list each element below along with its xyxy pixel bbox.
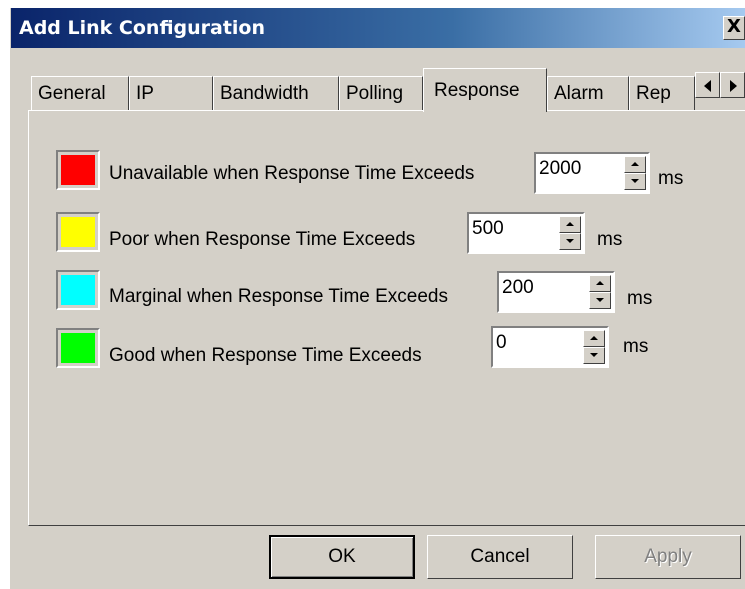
- tab-label: General: [38, 83, 106, 104]
- arrow-left-icon: [704, 80, 711, 92]
- close-button[interactable]: X: [723, 16, 745, 40]
- tab-label: Bandwidth: [220, 83, 309, 104]
- response-tab-panel: [28, 110, 745, 526]
- tab-scroll-left-button[interactable]: [695, 72, 720, 98]
- tab-label: Polling: [346, 83, 404, 104]
- tab-polling[interactable]: Polling: [339, 76, 423, 110]
- tab-response[interactable]: Response: [423, 68, 547, 112]
- tab-alarm[interactable]: Alarm: [547, 76, 629, 110]
- tab-general[interactable]: General: [31, 76, 129, 110]
- tab-label: Rep: [636, 83, 671, 104]
- ok-button[interactable]: OK: [269, 535, 415, 579]
- tab-ip[interactable]: IP: [129, 76, 213, 110]
- tab-rep[interactable]: Rep: [629, 76, 695, 110]
- cancel-label: Cancel: [470, 546, 530, 567]
- tab-bandwidth[interactable]: Bandwidth: [213, 76, 339, 110]
- window-title: Add Link Configuration: [19, 17, 266, 39]
- add-link-configuration-dialog: Add Link Configuration X General IP Band…: [10, 8, 745, 589]
- apply-button[interactable]: Apply: [595, 535, 741, 579]
- tab-label: Alarm: [554, 83, 604, 104]
- tab-label: Response: [434, 80, 520, 101]
- tab-scroll-right-button[interactable]: [720, 72, 745, 98]
- apply-label: Apply: [644, 546, 692, 567]
- close-icon: X: [727, 16, 741, 37]
- ok-label: OK: [328, 546, 356, 567]
- tab-scroll-buttons: [695, 72, 745, 98]
- title-bar[interactable]: Add Link Configuration X: [11, 8, 745, 48]
- cancel-button[interactable]: Cancel: [427, 535, 573, 579]
- arrow-right-icon: [730, 80, 737, 92]
- tab-label: IP: [136, 83, 154, 104]
